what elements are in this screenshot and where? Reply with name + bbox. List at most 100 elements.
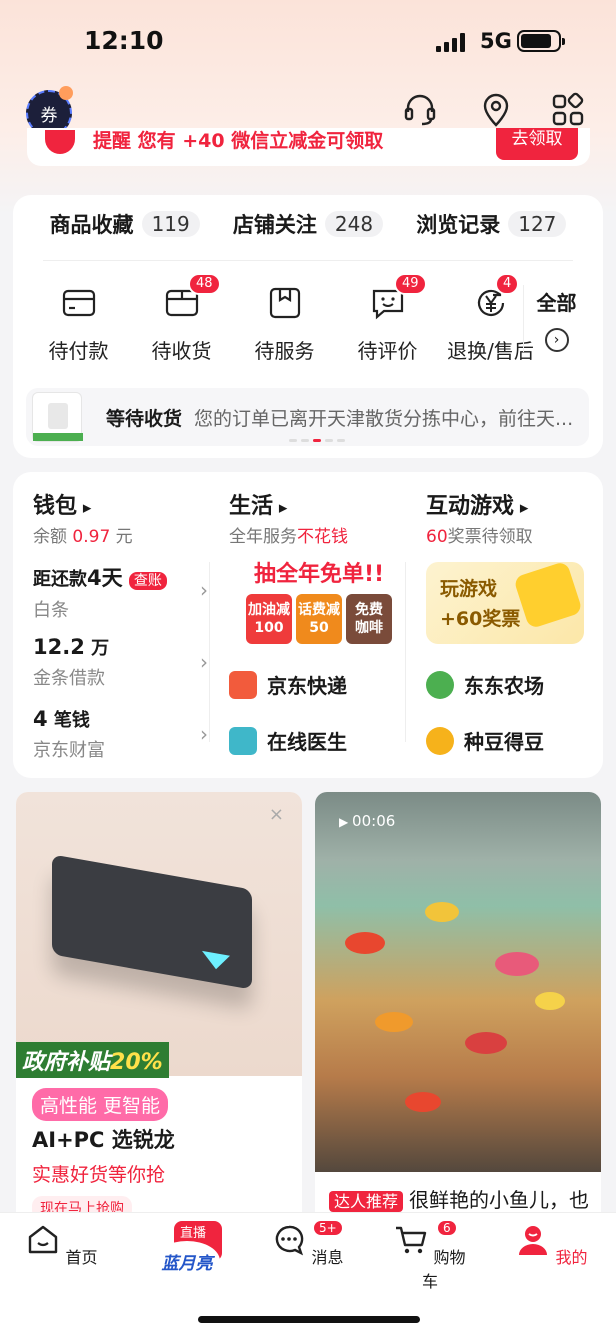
carousel-dots	[289, 439, 345, 442]
order-badge: 4	[495, 273, 520, 295]
order-pending-receipt[interactable]: 48 待收货	[130, 273, 233, 364]
battery-icon	[517, 30, 565, 52]
doctor-icon	[229, 726, 257, 755]
subsidy-percent: 20%	[110, 1050, 163, 1075]
stat-count: 127	[508, 211, 567, 237]
games-title[interactable]: 互动游戏	[426, 488, 528, 520]
tab-label: 首页	[65, 1248, 98, 1267]
row-sub: 白条	[33, 600, 69, 621]
orders-all-label: 全部	[536, 291, 577, 315]
fish-shape	[535, 992, 565, 1010]
order-pending-payment[interactable]: 待付款	[27, 285, 130, 364]
life-subtitle: 全年服务不花钱	[229, 522, 348, 547]
order-badge: 49	[394, 273, 427, 295]
order-pending-review[interactable]: 49 待评价	[336, 273, 439, 364]
promo-ticket-phone: 话费减 50	[296, 594, 342, 644]
signal-icon	[436, 32, 465, 52]
games-subtitle: 60奖票待领取	[426, 522, 533, 547]
fish-shape	[425, 902, 459, 922]
service-online-doctor[interactable]: 在线医生	[229, 726, 347, 755]
order-label: 待收货	[151, 339, 212, 363]
services-card: 钱包 余额 0.97 元 距还款4天 查账 白条 › 12.2 万 金条借款 ›…	[13, 472, 603, 778]
chevron-right-icon: ›	[544, 328, 569, 352]
product-thumbnail	[32, 392, 83, 442]
tab-cart[interactable]: 6 购物车	[390, 1219, 470, 1292]
fish-shape	[345, 932, 385, 954]
stat-followed-stores[interactable]: 店铺关注 248	[216, 209, 399, 239]
order-status-row: 待付款 48 待收货 待服务 49 待评价 4 退换/售后	[13, 273, 603, 364]
shipment-tracking[interactable]: 等待收货 您的订单已离开天津散货分拣中心，前往天...	[26, 388, 589, 446]
stats-row: 商品收藏 119 店铺关注 248 浏览记录 127	[13, 209, 603, 239]
chevron-right-icon: ›	[200, 578, 208, 602]
games-sub-a: 60	[426, 527, 448, 547]
home-indicator	[198, 1316, 420, 1323]
feed-card-video[interactable]: 00:06 达人推荐很鲜艳的小鱼儿，也	[315, 792, 601, 1232]
tab-home[interactable]: 首页	[22, 1223, 102, 1268]
tab-messages[interactable]: 5+ 消息	[268, 1219, 348, 1268]
expert-tag: 达人推荐	[329, 1191, 404, 1212]
tracking-text: 您的订单已离开天津散货分拣中心，前往天...	[194, 408, 574, 430]
divider	[43, 260, 573, 261]
balance-prefix: 余额	[33, 527, 67, 547]
row-main-a: 距还款	[33, 569, 87, 590]
sparkle-icon	[59, 86, 73, 100]
tab-me[interactable]: 我的	[512, 1223, 592, 1268]
service-dongdong-farm[interactable]: 东东农场	[426, 670, 544, 699]
wallet-row-wealth[interactable]: 4 笔钱 京东财富 ›	[33, 706, 208, 762]
stat-history[interactable]: 浏览记录 127	[400, 209, 583, 239]
life-sub-a: 全年服务	[229, 527, 297, 547]
order-label: 待评价	[357, 339, 418, 363]
aquarium-video-thumbnail: 00:06	[315, 792, 601, 1172]
bean-icon	[426, 726, 454, 755]
game-card-line1: 玩游戏	[440, 578, 498, 600]
row-main-b: 笔钱	[53, 710, 90, 731]
promo-title: 抽全年免单!!	[253, 562, 385, 587]
row-main-a: 12.2	[33, 635, 85, 659]
close-icon[interactable]: ×	[269, 804, 284, 825]
order-label: 退换/售后	[447, 339, 534, 363]
service-plant-beans[interactable]: 种豆得豆	[426, 726, 544, 755]
tab-label: 我的	[555, 1248, 588, 1267]
network-type: 5G	[480, 29, 512, 53]
location-icon[interactable]	[478, 92, 514, 128]
check-bill-tag[interactable]: 查账	[128, 572, 167, 590]
reminder-claim-button[interactable]: 去领取	[496, 128, 578, 160]
row-main-a: 4	[33, 707, 48, 731]
balance-unit: 元	[115, 527, 133, 547]
stat-label: 商品收藏	[49, 213, 134, 237]
life-promo[interactable]: 抽全年免单!! 加油减 100 话费减 50 免费 咖啡	[229, 556, 409, 644]
customer-service-icon[interactable]	[402, 92, 438, 128]
order-pending-service[interactable]: 待服务	[233, 285, 336, 364]
subsidy-text: 政府补贴	[22, 1050, 111, 1075]
apps-grid-icon[interactable]	[550, 92, 586, 128]
stat-favorites[interactable]: 商品收藏 119	[33, 209, 216, 239]
wallet-row-baitiao[interactable]: 距还款4天 查账 白条 ›	[33, 562, 208, 622]
ticket-star-icon	[513, 560, 583, 630]
feed-card-ad[interactable]: × 政府补贴20% 高性能 更智能 AI+PC 选锐龙 实惠好货等你抢 现在马上…	[16, 792, 302, 1232]
tab-label: 购物车	[421, 1248, 466, 1291]
wallet-title[interactable]: 钱包	[33, 488, 91, 520]
mini-pc-image	[52, 854, 252, 990]
ticket-line2: 咖啡	[355, 620, 383, 636]
stat-label: 店铺关注	[232, 213, 317, 237]
ticket-line1: 加油减	[248, 602, 290, 618]
reminder-banner[interactable]: 提醒 您有 +40 微信立减金可领取 去领取	[27, 128, 590, 166]
stat-count: 248	[324, 211, 384, 237]
life-title[interactable]: 生活	[229, 488, 287, 520]
balance-value: 0.97	[72, 527, 111, 547]
ticket-line1: 免费	[355, 602, 383, 618]
subsidy-banner: 政府补贴20%	[16, 1042, 169, 1078]
reminder-icon	[45, 130, 75, 154]
wallet-row-jintiao[interactable]: 12.2 万 金条借款 ›	[33, 634, 208, 690]
message-bubble-icon	[276, 1225, 304, 1256]
wallet-card-icon	[62, 289, 95, 317]
service-jd-express[interactable]: 京东快递	[229, 670, 347, 699]
row-main-b: 万	[91, 638, 110, 659]
brand-logo: 蓝月亮	[154, 1241, 220, 1281]
status-bar: 12:10 5G	[0, 0, 616, 84]
orders-all-button[interactable]: 全部 ›	[523, 285, 589, 352]
fish-shape	[375, 1012, 413, 1032]
tree-icon	[426, 670, 454, 699]
play-game-card[interactable]: 玩游戏 +60奖票	[426, 560, 584, 644]
tab-live[interactable]: 直播中 蓝月亮	[152, 1221, 222, 1281]
